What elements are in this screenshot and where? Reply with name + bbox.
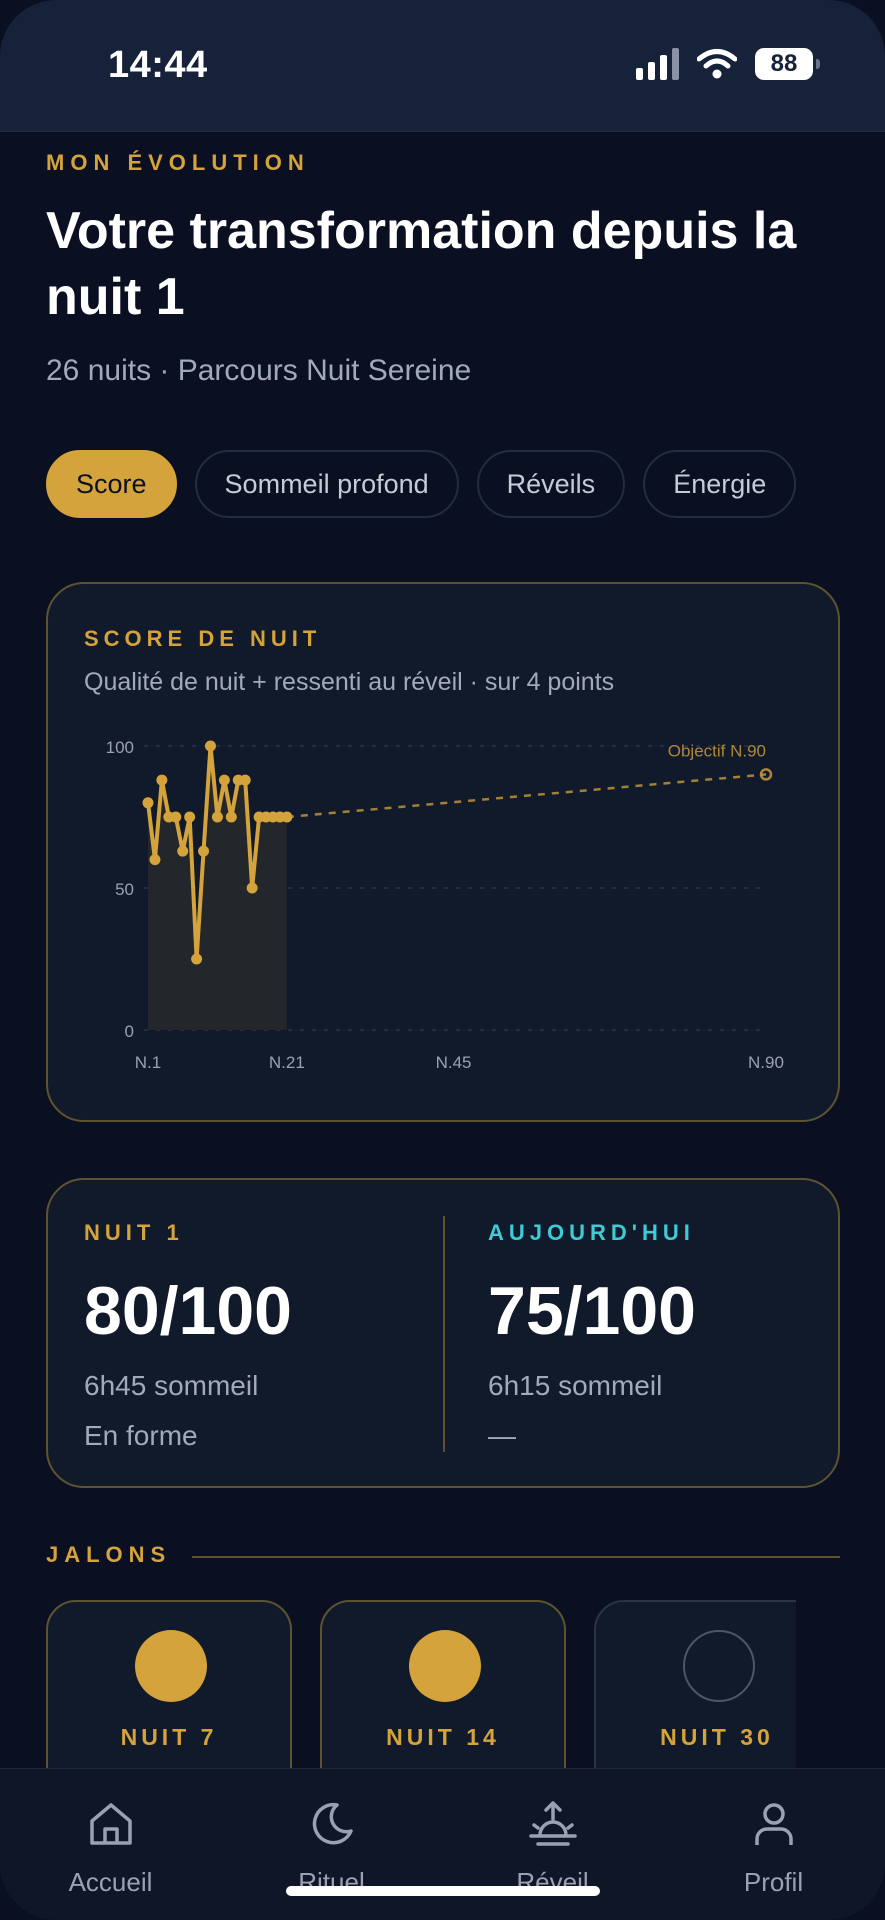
tab-sommeil-profond[interactable]: Sommeil profond: [194, 450, 459, 518]
milestone-card-night-30[interactable]: NUIT 30: [594, 1600, 796, 1790]
profile-icon: [755, 1803, 793, 1845]
section-eyebrow: MON ÉVOLUTION: [46, 150, 310, 175]
score-point: [225, 811, 237, 823]
milestones-rule: [192, 1556, 840, 1558]
score-point: [156, 774, 168, 786]
tab-score[interactable]: Score: [46, 450, 177, 518]
milestone-label: NUIT 14: [386, 1724, 500, 1750]
score-area: [148, 746, 287, 1030]
x-tick-label: N.1: [135, 1053, 161, 1072]
score-chart: 0 50 100 N.1 N.21 N.45 N.90 Objectif N.90: [106, 738, 784, 1072]
score-chart-card: SCORE DE NUIT Qualité de nuit + ressenti…: [46, 582, 840, 1122]
signal-icon: [636, 48, 679, 80]
home-icon: [90, 1803, 132, 1845]
score-point: [177, 845, 189, 857]
score-point: [218, 774, 230, 786]
x-tick-label: N.90: [748, 1053, 784, 1072]
x-tick-label: N.21: [269, 1053, 305, 1072]
milestone-label: NUIT 7: [120, 1724, 218, 1750]
nav-item-accueil[interactable]: Accueil: [0, 1769, 221, 1919]
bottom-nav: Accueil Rituel Réveil Profil: [0, 1768, 885, 1920]
score-point: [246, 882, 258, 894]
y-tick-label: 50: [115, 880, 134, 899]
x-tick-label: N.45: [436, 1053, 472, 1072]
target-label: Objectif N.90: [668, 741, 766, 760]
score-point: [149, 854, 161, 866]
score-point: [191, 953, 203, 965]
night-1-sleep: 6h45 sommeil: [84, 1370, 259, 1401]
tab-reveils[interactable]: Réveils: [476, 450, 626, 518]
y-tick-label: 100: [106, 738, 134, 757]
score-point: [184, 811, 196, 823]
y-tick-label: 0: [125, 1022, 134, 1041]
today-sleep: 6h15 sommeil: [488, 1370, 663, 1401]
nav-label: Profil: [743, 1867, 804, 1897]
score-point: [211, 811, 223, 823]
nav-item-profil[interactable]: Profil: [663, 1769, 884, 1919]
milestone-card-night-14[interactable]: NUIT 14: [320, 1600, 566, 1790]
milestones-carousel[interactable]: NUIT 7 NUIT 14 NUIT 30: [46, 1600, 796, 1790]
home-indicator: [286, 1886, 600, 1896]
score-point: [142, 797, 154, 809]
score-point: [170, 811, 182, 823]
wifi-icon: [697, 49, 737, 79]
score-point: [281, 811, 293, 823]
milestone-card-night-7[interactable]: NUIT 7: [46, 1600, 292, 1790]
page-title: Votre transformation depuis la nuit 1: [46, 202, 797, 326]
moon-icon: [312, 1802, 353, 1845]
milestones-title: JALONS: [46, 1542, 172, 1567]
today-feeling: —: [488, 1420, 516, 1451]
status-time: 14:44: [108, 44, 208, 86]
comparison-today: AUJOURD'HUI 75/100 6h15 sommeil —: [488, 1220, 696, 1452]
phone-screen: 14:44 88 MON ÉVOLUTION Votre transformat…: [0, 0, 885, 1920]
score-point: [198, 845, 210, 857]
today-label: AUJOURD'HUI: [488, 1220, 695, 1245]
status-icons: 88: [636, 48, 820, 80]
nav-item-rituel[interactable]: Rituel: [221, 1769, 442, 1919]
comparison-card: NUIT 1 80/100 6h45 sommeil En forme AUJO…: [46, 1178, 840, 1488]
nav-item-reveil[interactable]: Réveil: [442, 1769, 663, 1919]
night-1-label: NUIT 1: [84, 1220, 184, 1245]
nav-label: Accueil: [68, 1867, 153, 1897]
milestones-header: JALONS: [46, 1542, 840, 1572]
milestone-reached-icon: [135, 1630, 207, 1702]
night-1-score: 80/100: [84, 1273, 292, 1349]
battery-icon: 88: [755, 48, 820, 80]
metric-tabs: Score Sommeil profond Réveils Énergie: [46, 450, 797, 518]
sunrise-icon: [529, 1801, 577, 1846]
today-score: 75/100: [488, 1273, 696, 1349]
comparison-divider: [443, 1216, 445, 1452]
page-subtitle: 26 nuits · Parcours Nuit Sereine: [46, 354, 472, 387]
target-projection-line: [286, 773, 767, 819]
night-1-feeling: En forme: [84, 1420, 198, 1451]
score-point: [204, 740, 216, 752]
milestone-pending-icon: [683, 1630, 755, 1702]
status-bar: 14:44 88: [0, 0, 885, 132]
comparison-night-1: NUIT 1 80/100 6h45 sommeil En forme: [84, 1220, 292, 1452]
score-point: [239, 774, 251, 786]
milestone-label: NUIT 30: [660, 1724, 774, 1750]
tab-energie[interactable]: Énergie: [643, 450, 797, 518]
milestone-reached-icon: [409, 1630, 481, 1702]
